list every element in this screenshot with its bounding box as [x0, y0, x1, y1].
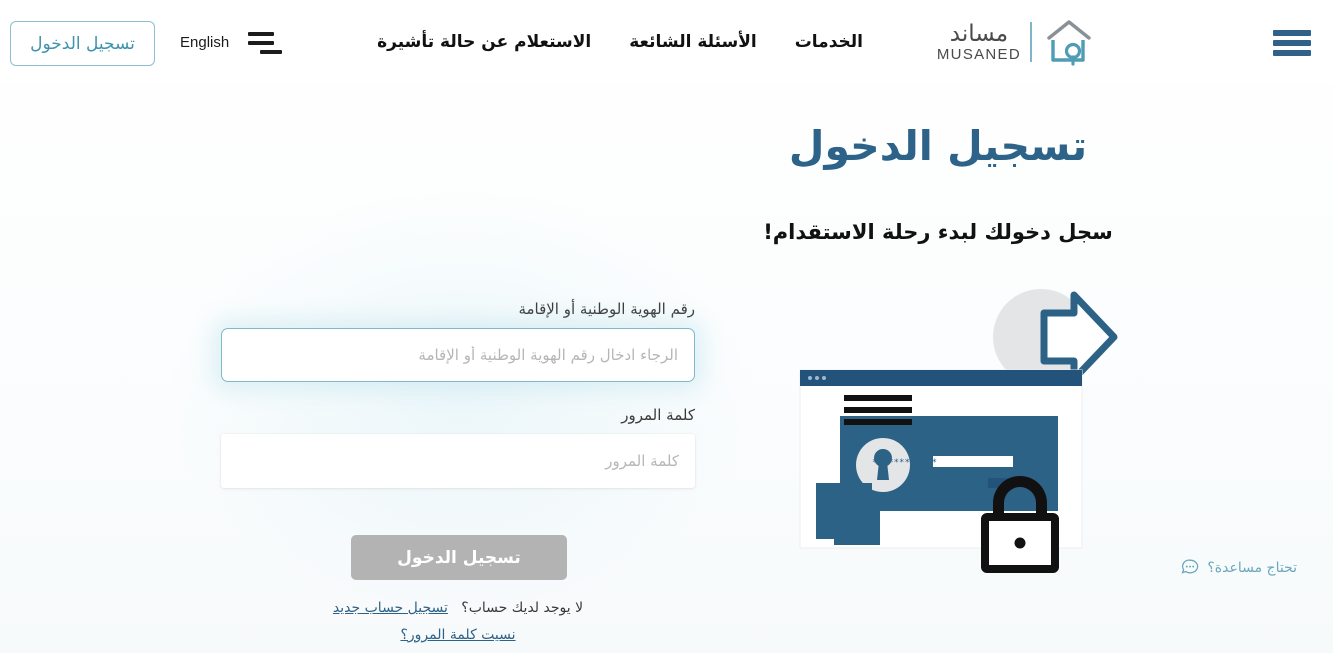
login-submit-button[interactable]: تسجيل الدخول [351, 535, 567, 580]
signup-prompt: لا يوجد لديك حساب؟ تسجيل حساب جديد [221, 600, 695, 616]
header-login-button[interactable]: تسجيل الدخول [10, 21, 155, 66]
hamburger-bar [1273, 30, 1311, 36]
no-account-text: لا يوجد لديك حساب؟ [461, 600, 584, 616]
nav-visa-status[interactable]: الاستعلام عن حالة تأشيرة [377, 32, 591, 52]
password-input[interactable] [221, 434, 695, 488]
toggle-bar [248, 41, 274, 45]
nav-services[interactable]: الخدمات [795, 32, 863, 52]
language-switch-english[interactable]: English [180, 34, 229, 51]
musaned-logo[interactable]: مساند MUSANED [937, 18, 1095, 66]
toggle-bar [260, 50, 282, 54]
signup-link[interactable]: تسجيل حساب جديد [333, 600, 448, 616]
login-page: مساند MUSANED الخدمات الأسئلة الشائعة ال… [0, 0, 1333, 653]
forgot-password-row: نسيت كلمة المرور؟ [221, 627, 695, 643]
hamburger-menu-icon[interactable] [1273, 30, 1311, 56]
national-id-label: رقم الهوية الوطنية أو الإقامة [518, 300, 695, 318]
nav-faq[interactable]: الأسئلة الشائعة [629, 32, 757, 52]
language-toggle-icon[interactable] [248, 32, 282, 54]
house-logo-icon [1047, 20, 1091, 66]
help-widget-label: تحتاج مساعدة؟ [1207, 560, 1297, 576]
main-navigation: الخدمات الأسئلة الشائعة الاستعلام عن حال… [377, 0, 863, 84]
hamburger-bar [1273, 40, 1311, 46]
page-subtitle: سجل دخولك لبدء رحلة الاستقدام! [763, 220, 1113, 244]
forgot-password-link[interactable]: نسيت كلمة المرور؟ [400, 627, 515, 643]
password-label: كلمة المرور [621, 406, 695, 424]
login-security-illustration: ************ [798, 285, 1138, 575]
logo-divider [1030, 22, 1032, 62]
help-widget[interactable]: تحتاج مساعدة؟ [1180, 558, 1297, 578]
hamburger-bar [1273, 50, 1311, 56]
toggle-bar [248, 32, 274, 36]
site-header: مساند MUSANED الخدمات الأسئلة الشائعة ال… [0, 0, 1333, 84]
logo-english-text: MUSANED [936, 45, 1021, 63]
national-id-input[interactable] [221, 328, 695, 382]
page-title: تسجيل الدخول [788, 122, 1088, 170]
login-form: رقم الهوية الوطنية أو الإقامة كلمة المرو… [221, 300, 695, 488]
logo-arabic-text: مساند [949, 20, 1009, 47]
illustration-password-dots: ************ [872, 458, 937, 468]
chat-bubble-icon [1181, 559, 1199, 574]
